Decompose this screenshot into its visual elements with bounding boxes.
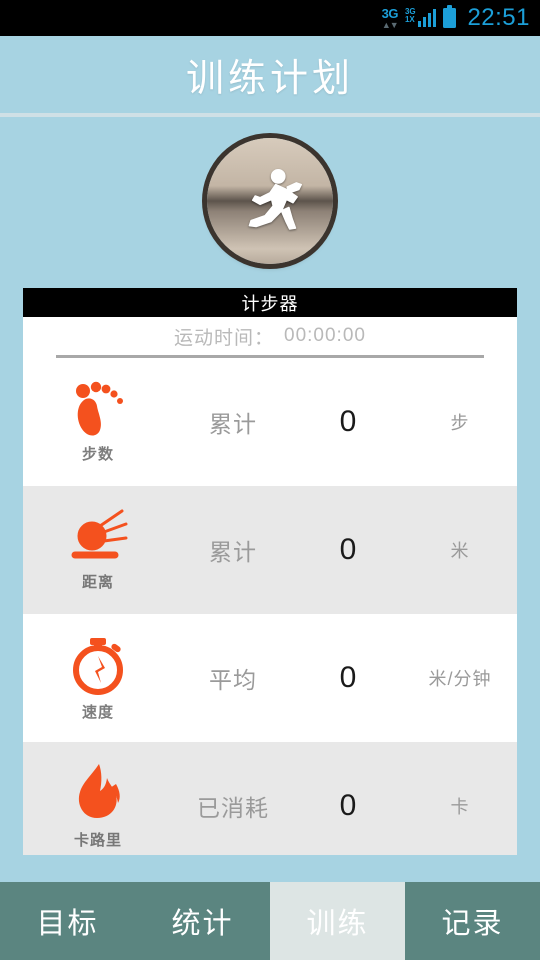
network-type-label: 3G bbox=[381, 5, 399, 21]
steps-value: 0 bbox=[339, 405, 357, 438]
badge-section bbox=[0, 137, 540, 265]
distance-value: 0 bbox=[339, 533, 357, 566]
exercise-timer-row: 运动时间： 00:00:00 bbox=[23, 317, 517, 355]
signal-strength-icon: 3G 1X bbox=[404, 7, 437, 27]
tab-statistics[interactable]: 统计 bbox=[135, 882, 270, 960]
calories-label: 已消耗 bbox=[197, 795, 269, 821]
signal-bars-icon bbox=[417, 9, 437, 27]
metric-rows: 步数 累计 0 步 距离 累计 0 米 速度 平均 0 米/分钟 卡路里 已消耗… bbox=[23, 358, 517, 855]
steps-icon-label: 步数 bbox=[81, 446, 114, 463]
speed-unit: 米/分钟 bbox=[428, 669, 492, 689]
status-clock: 22:51 bbox=[467, 4, 530, 31]
flame-icon bbox=[78, 764, 120, 818]
battery-icon bbox=[443, 5, 457, 28]
calories-icon-cell: 卡路里 bbox=[23, 762, 173, 850]
speed-icon-label: 速度 bbox=[81, 704, 114, 721]
distance-icon-cell: 距离 bbox=[23, 508, 173, 592]
metric-row-steps[interactable]: 步数 累计 0 步 bbox=[23, 358, 517, 486]
metric-row-speed[interactable]: 速度 平均 0 米/分钟 bbox=[23, 614, 517, 742]
speed-value: 0 bbox=[339, 661, 357, 694]
steps-icon-cell: 步数 bbox=[23, 380, 173, 464]
distance-icon-label: 距离 bbox=[81, 574, 114, 591]
comet-icon bbox=[71, 509, 128, 559]
tab-goal[interactable]: 目标 bbox=[0, 882, 135, 960]
data-network-icon: 3G ▲▼ bbox=[381, 5, 399, 30]
status-icons: 3G ▲▼ 3G 1X 22:51 bbox=[382, 4, 530, 32]
status-bar: 3G ▲▼ 3G 1X 22:51 bbox=[0, 0, 540, 36]
tab-training[interactable]: 训练 bbox=[270, 882, 405, 960]
signal-tag-bottom: 1X bbox=[404, 15, 415, 25]
pedometer-card: 计步器 运动时间： 00:00:00 步数 累计 0 步 距离 累计 0 米 速… bbox=[23, 288, 517, 855]
footprint-icon bbox=[76, 381, 123, 436]
distance-label: 累计 bbox=[209, 539, 257, 565]
runner-icon bbox=[248, 169, 302, 230]
metric-row-calories[interactable]: 卡路里 已消耗 0 卡 bbox=[23, 742, 517, 855]
metric-row-distance[interactable]: 距离 累计 0 米 bbox=[23, 486, 517, 614]
tab-records[interactable]: 记录 bbox=[405, 882, 540, 960]
speed-icon-cell: 速度 bbox=[23, 634, 173, 722]
card-title: 计步器 bbox=[23, 288, 517, 317]
steps-unit: 步 bbox=[450, 413, 470, 433]
signal-type-label: 3G 1X bbox=[404, 7, 416, 25]
calories-value: 0 bbox=[339, 789, 357, 822]
page-title: 训练计划 bbox=[185, 58, 354, 100]
exercise-timer-value: 00:00:00 bbox=[284, 325, 366, 346]
exercise-timer-label: 运动时间： bbox=[174, 327, 275, 349]
calories-icon-label: 卡路里 bbox=[73, 832, 122, 849]
runner-badge[interactable] bbox=[207, 138, 333, 264]
bottom-tab-bar: 目标 统计 训练 记录 bbox=[0, 882, 540, 960]
steps-label: 累计 bbox=[209, 411, 257, 437]
header-divider bbox=[0, 113, 540, 117]
stopwatch-icon bbox=[73, 638, 123, 695]
app-header: 训练计划 bbox=[0, 36, 540, 113]
calories-unit: 卡 bbox=[450, 797, 470, 817]
speed-label: 平均 bbox=[209, 667, 257, 693]
distance-unit: 米 bbox=[450, 541, 470, 561]
data-transfer-arrows-icon: ▲▼ bbox=[381, 19, 399, 30]
